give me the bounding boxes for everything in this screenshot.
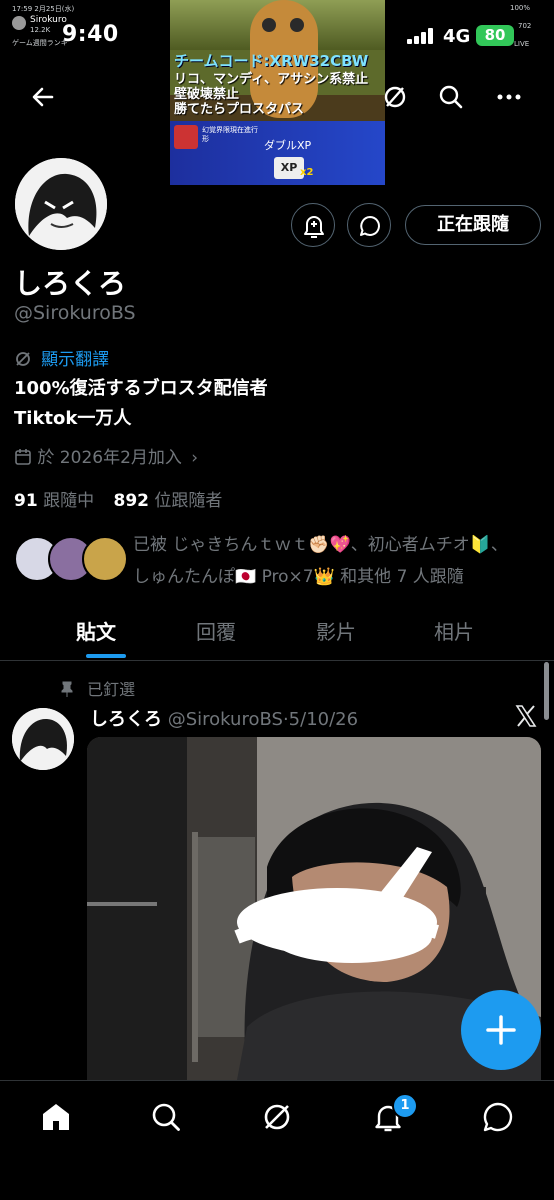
active-tab-indicator bbox=[86, 654, 126, 658]
notify-bell-button[interactable] bbox=[291, 203, 335, 247]
chat-bubble-icon bbox=[483, 1102, 513, 1132]
post-avatar-image bbox=[12, 708, 74, 770]
post-header: しろくろ @SirokuroBS·5/10/26 bbox=[90, 705, 358, 731]
grok-icon bbox=[384, 86, 406, 108]
bell-plus-icon bbox=[304, 216, 324, 238]
overlay-live: LIVE bbox=[514, 40, 530, 48]
post-date[interactable]: 5/10/26 bbox=[289, 709, 358, 730]
tab-replies[interactable]: 回覆 bbox=[196, 616, 236, 645]
overlay-battery: 100% bbox=[510, 4, 531, 12]
stream-overlay: チームコード:XRW32CBW リコ、マンディ、アサシン系禁止 壁破壊禁止 勝て… bbox=[170, 0, 385, 185]
translate-label: 顯示翻譯 bbox=[41, 350, 110, 370]
xp-multiplier: x2 bbox=[300, 167, 314, 178]
stream-event-card: 幻覚界限現在進行 形 ダブルXP XP x2 bbox=[170, 121, 385, 185]
home-icon bbox=[43, 1104, 69, 1130]
chat-bubble-icon bbox=[360, 216, 380, 236]
plus-icon bbox=[486, 1015, 516, 1045]
nav-home[interactable] bbox=[40, 1101, 72, 1137]
scrollbar-thumb[interactable] bbox=[544, 662, 549, 720]
rule-3: 勝てたらプロスタパス bbox=[174, 102, 305, 117]
post-author-handle[interactable]: @SirokuroBS bbox=[168, 709, 283, 730]
signal-icon bbox=[407, 28, 433, 44]
follow-stats: 91 跟隨中 892 位跟隨者 bbox=[14, 486, 222, 511]
followed-by-text-2[interactable]: しゅんたんぽ🇯🇵 Pro×7👑 和其他 7 人跟隨 bbox=[133, 562, 464, 587]
nav-search[interactable] bbox=[150, 1101, 182, 1137]
joined-date[interactable]: 於 2026年2月加入 › bbox=[14, 443, 198, 468]
following-button-label: 正在跟隨 bbox=[437, 214, 509, 235]
profile-avatar[interactable] bbox=[12, 155, 110, 253]
nav-grok[interactable] bbox=[261, 1101, 293, 1137]
tab-photos[interactable]: 相片 bbox=[434, 616, 474, 645]
calendar-icon bbox=[15, 449, 31, 465]
joined-label: 於 2026年2月加入 bbox=[37, 448, 182, 468]
more-button[interactable] bbox=[496, 84, 522, 114]
translate-link[interactable]: 顯示翻譯 bbox=[14, 345, 109, 370]
avatar-image bbox=[15, 158, 107, 250]
x-logo-icon bbox=[514, 704, 538, 732]
search-icon bbox=[439, 85, 463, 109]
overlay-date: 17:59 2月25日(水) bbox=[12, 5, 75, 13]
nav-notifications[interactable]: 1 bbox=[372, 1093, 418, 1137]
notification-badge: 1 bbox=[392, 1093, 418, 1119]
search-button[interactable] bbox=[438, 84, 464, 114]
following-label: 跟隨中 bbox=[43, 491, 95, 511]
grok-translate-icon bbox=[16, 352, 30, 366]
pinned-indicator: 已釘選 bbox=[60, 676, 135, 700]
profile-handle: @SirokuroBS bbox=[14, 302, 136, 324]
back-arrow-icon bbox=[32, 87, 54, 107]
followers-count: 892 bbox=[113, 491, 149, 511]
followers-label: 位跟隨者 bbox=[154, 491, 223, 511]
post-author-name[interactable]: しろくろ bbox=[90, 709, 162, 730]
bio-line-2: Tiktok一万人 bbox=[14, 408, 132, 429]
display-name: しろくろ bbox=[14, 267, 127, 300]
battery-icon: 80 bbox=[476, 25, 514, 46]
search-icon bbox=[152, 1103, 180, 1131]
following-link[interactable]: 91 跟隨中 bbox=[14, 491, 94, 511]
pin-icon bbox=[61, 681, 73, 697]
following-button[interactable]: 正在跟隨 bbox=[405, 205, 541, 245]
card-title: 幻覚界限現在進行 bbox=[202, 126, 258, 134]
bottom-nav: 1 bbox=[0, 1080, 554, 1200]
card-sub: 形 bbox=[202, 135, 209, 143]
pinned-label: 已釘選 bbox=[87, 680, 136, 699]
followed-by-avatars[interactable] bbox=[14, 536, 128, 582]
overlay-channel-avatar bbox=[12, 16, 26, 30]
following-count: 91 bbox=[14, 491, 38, 511]
followed-by-text-1[interactable]: 已被 じゃきちんｔｗｔ✊🏻💖、初心者ムチオ🔰、 bbox=[133, 530, 508, 555]
network-type: 4G bbox=[443, 26, 471, 47]
overlay-ticker: ゲーム週間ランキ bbox=[12, 39, 68, 47]
more-icon bbox=[497, 94, 521, 100]
overlay-viewers: 12.2K bbox=[30, 26, 51, 34]
overlay-count: 702 bbox=[518, 22, 532, 30]
nav-messages[interactable] bbox=[482, 1101, 514, 1137]
back-button[interactable] bbox=[30, 84, 56, 114]
bio-line-1: 100%復活するブロスタ配信者 bbox=[14, 378, 268, 399]
chevron-right-icon: › bbox=[191, 448, 199, 468]
message-button[interactable] bbox=[347, 203, 391, 247]
grok-icon bbox=[264, 1104, 290, 1130]
followers-link[interactable]: 892 位跟隨者 bbox=[113, 491, 222, 511]
post-author-avatar[interactable] bbox=[12, 708, 74, 770]
tab-posts[interactable]: 貼文 bbox=[76, 616, 116, 645]
compose-post-button[interactable] bbox=[461, 990, 541, 1070]
profile-tabs: 貼文 回覆 影片 相片 bbox=[0, 600, 554, 661]
follower-avatar-3 bbox=[82, 536, 128, 582]
tab-videos[interactable]: 影片 bbox=[316, 616, 356, 645]
card-label: ダブルXP bbox=[264, 139, 312, 152]
status-time: 9:40 bbox=[62, 22, 119, 47]
grok-button[interactable] bbox=[382, 84, 408, 114]
